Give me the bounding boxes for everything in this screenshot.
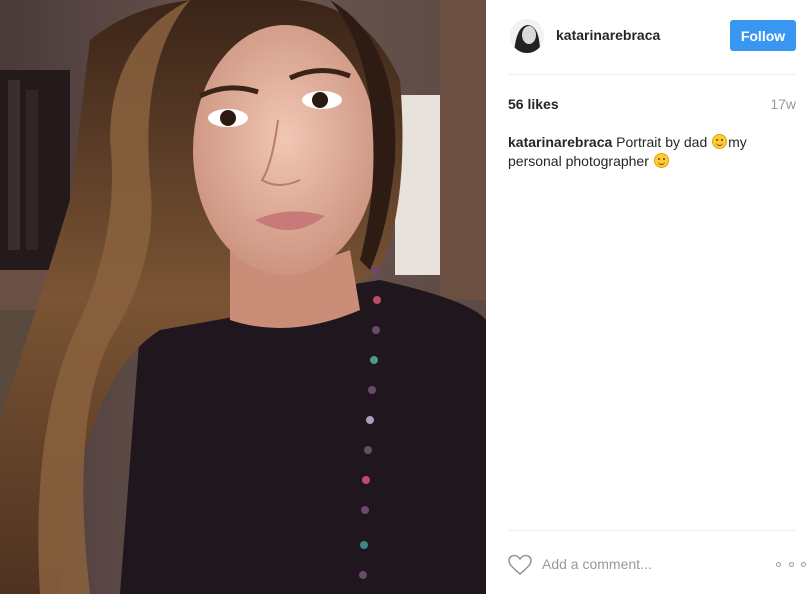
post-age[interactable]: 17w (770, 96, 796, 112)
ellipsis-dot (776, 561, 781, 567)
comment-input[interactable] (542, 553, 742, 575)
ellipsis-icon[interactable] (776, 553, 806, 575)
post-header: katarinarebraca Follow (508, 0, 796, 75)
caption-text-part1: Portrait by dad (612, 134, 712, 150)
profile-avatar[interactable] (510, 19, 544, 53)
avatar-image (510, 19, 544, 53)
ellipsis-dot (801, 561, 806, 567)
smiling-face-emoji-icon (712, 134, 728, 149)
post-footer (508, 530, 806, 595)
heart-icon[interactable] (508, 554, 532, 576)
follow-button[interactable]: Follow (730, 20, 796, 51)
smiling-face-emoji-icon (653, 153, 669, 168)
caption-username[interactable]: katarinarebraca (508, 134, 612, 150)
likes-count[interactable]: 56 likes (508, 96, 559, 112)
portrait-photo (0, 0, 486, 594)
post-photo[interactable] (0, 0, 486, 594)
post-side-panel: katarinarebraca Follow 56 likes 17w kata… (486, 0, 810, 594)
ellipsis-dot (788, 561, 794, 567)
author-username[interactable]: katarinarebraca (556, 27, 660, 43)
post-caption: katarinarebraca Portrait by dad my perso… (508, 133, 784, 171)
